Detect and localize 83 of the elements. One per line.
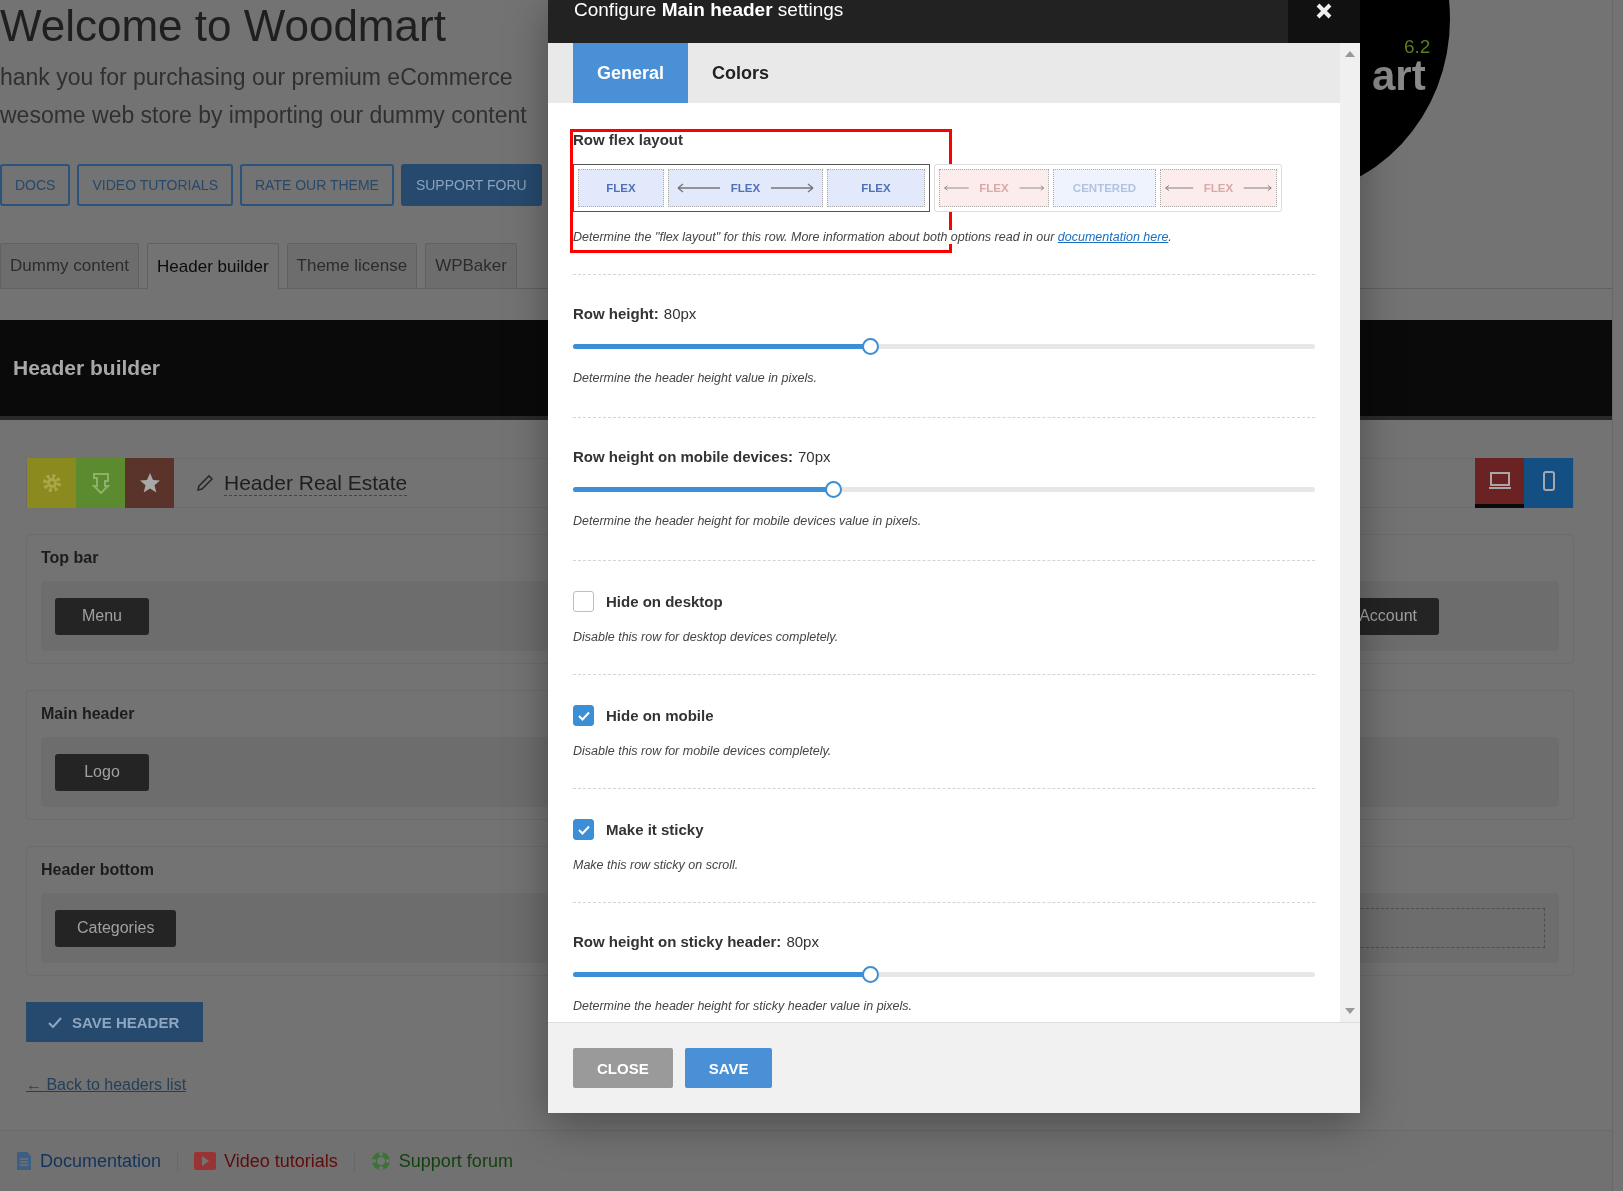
footer-link[interactable]: Support forum	[370, 1150, 529, 1172]
segment-label: FLEX	[979, 182, 1009, 194]
save-header-button[interactable]: SAVE HEADER	[26, 1002, 204, 1042]
link-button[interactable]: RATE OUR THEME	[239, 164, 394, 206]
row-title: Header bottom	[41, 861, 154, 879]
tab[interactable]: Colors	[688, 43, 794, 103]
tab[interactable]: General	[573, 43, 689, 103]
device-button[interactable]	[1475, 458, 1524, 508]
checkbox[interactable]	[573, 591, 594, 612]
scroll-up-icon	[1345, 51, 1355, 57]
setting-description: Determine the header height value in pixels.	[573, 371, 817, 385]
dialog-button[interactable]: SAVE	[684, 1048, 773, 1088]
tab[interactable]: Theme license	[286, 243, 418, 289]
setting-description: Make this row sticky on scroll.	[573, 858, 739, 872]
footer-link-label: Video tutorials	[224, 1150, 338, 1172]
element-chip[interactable]: Categories	[55, 909, 177, 947]
intro-text: wesome web store by importing our dummy content	[0, 101, 527, 130]
slider-thumb[interactable]	[824, 481, 842, 498]
setting-value: 70px	[798, 448, 831, 465]
phone-icon	[1542, 471, 1555, 491]
setting-label: Row height:	[573, 305, 659, 322]
footer-link-label: Documentation	[40, 1150, 162, 1172]
segment-label: FLEX	[730, 182, 761, 194]
dialog-button[interactable]: CLOSE	[573, 1048, 673, 1088]
footer-link[interactable]: Video tutorials	[194, 1150, 355, 1172]
setting-label: Row height on sticky header:	[573, 933, 782, 950]
element-chip[interactable]: Logo	[55, 753, 149, 791]
segment-label: FLEX	[861, 182, 891, 194]
pencil-icon	[196, 474, 214, 492]
setting-description: Determine the header height for sticky header value in pixels.	[573, 999, 913, 1013]
lifebuoy-icon	[370, 1151, 391, 1171]
checkbox-label: Make it sticky	[606, 821, 704, 838]
gear-icon	[41, 473, 62, 493]
slider-thumb[interactable]	[861, 338, 879, 355]
element-chip[interactable]: Menu	[55, 597, 149, 635]
play-icon	[194, 1152, 217, 1170]
checkbox[interactable]	[573, 819, 594, 840]
document-icon	[16, 1151, 32, 1171]
tab[interactable]: WPBaker	[425, 243, 517, 289]
laptop-icon	[1488, 472, 1511, 490]
check-icon	[577, 824, 590, 835]
segment-label: CENTERED	[1072, 182, 1137, 194]
back-link[interactable]: ← Back to headers list	[26, 1076, 187, 1094]
footer-link[interactable]: Documentation	[16, 1150, 179, 1172]
layout-option[interactable]: FLEX CENTERED FLEX	[934, 164, 1282, 212]
banner-title: Header builder	[13, 356, 161, 380]
scroll-down-icon	[1345, 1008, 1355, 1014]
button-label: SAVE HEADER	[72, 1013, 180, 1031]
footer-link-label: Support forum	[398, 1150, 513, 1172]
setting-value: 80px	[786, 933, 819, 950]
setting-label: Row height on mobile devices:	[573, 448, 794, 465]
setting-value: 80px	[663, 305, 697, 322]
row-title: Top bar	[41, 549, 99, 567]
intro-text: hank you for purchasing our premium eCommerce	[0, 63, 513, 92]
section-label: Row flex layout	[573, 131, 684, 148]
link-button[interactable]: SUPPORT FORU	[400, 164, 542, 206]
checkbox-label: Hide on desktop	[606, 593, 723, 610]
setting-description: Disable this row for mobile devices completely.	[573, 744, 832, 758]
slider-thumb[interactable]	[861, 966, 879, 983]
segment-label: FLEX	[1203, 182, 1234, 194]
section-description: Determine the "flex layout" for this row. More information about both options read in our documentation here.	[573, 230, 1172, 244]
link-button[interactable]: VIDEO TUTORIALS	[77, 164, 233, 206]
close-icon	[1315, 2, 1333, 20]
check-icon	[48, 1016, 62, 1028]
star-icon	[138, 472, 161, 494]
tab[interactable]: Header builder	[147, 243, 279, 290]
checkbox-label: Hide on mobile	[606, 707, 714, 724]
setting-description: Determine the header height for mobile devices value in pixels.	[573, 514, 922, 528]
favorite-button[interactable]	[125, 458, 174, 508]
check-icon	[577, 710, 590, 721]
close-button[interactable]	[1288, 0, 1360, 43]
setting-description: Disable this row for desktop devices completely.	[573, 630, 839, 644]
row-title: Main header	[41, 705, 135, 723]
layout-option[interactable]: FLEX FLEX FLEX	[573, 164, 930, 212]
header-name: Header Real Estate	[224, 470, 408, 496]
device-button[interactable]	[1524, 458, 1573, 508]
page-title: Welcome to Woodmart	[0, 0, 446, 52]
checkbox[interactable]	[573, 705, 594, 726]
dialog-title: Configure Main header settings	[573, 0, 844, 20]
tab[interactable]: Dummy content	[0, 243, 140, 289]
link-button[interactable]: DOCS	[0, 164, 71, 206]
download-icon	[91, 472, 110, 494]
segment-label: FLEX	[606, 182, 636, 194]
